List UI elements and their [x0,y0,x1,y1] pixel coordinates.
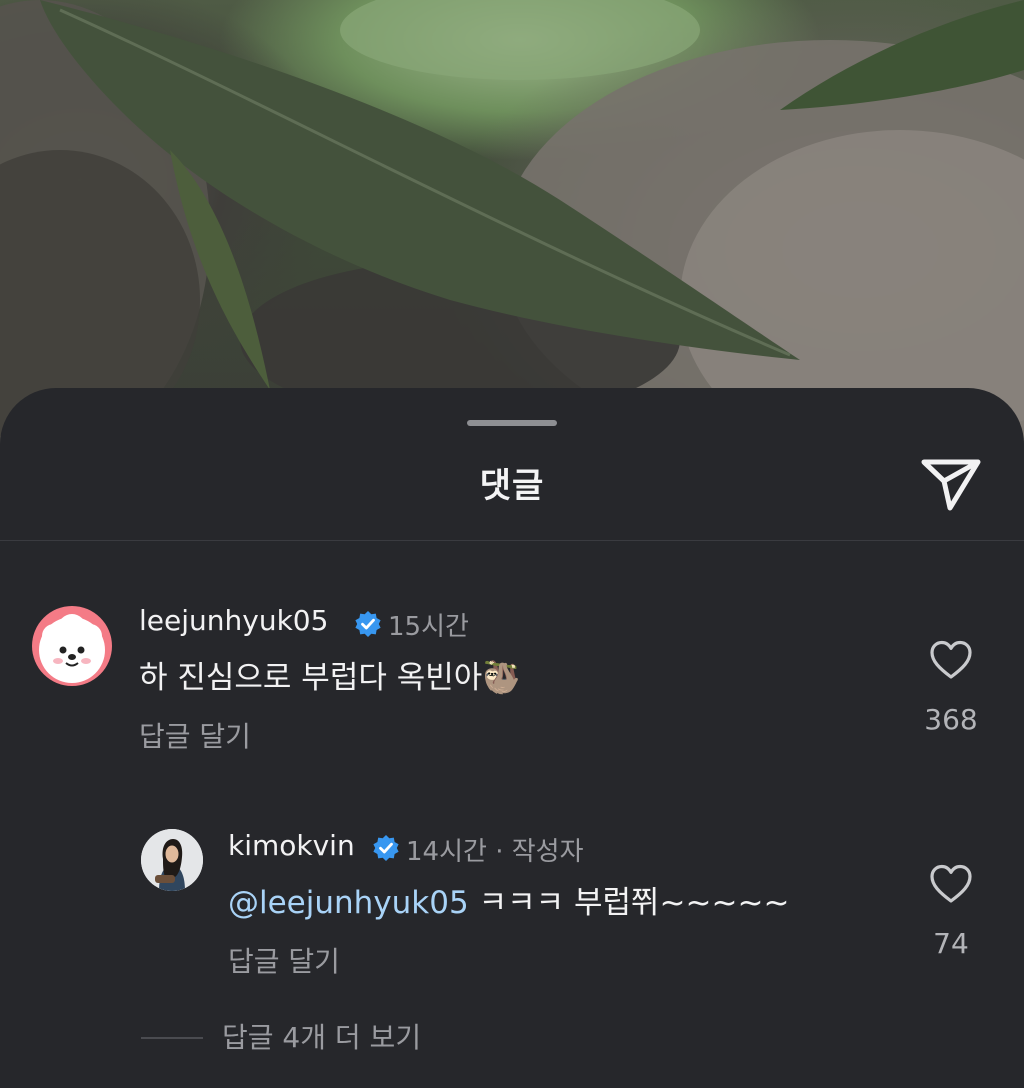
sheet-drag-handle[interactable] [467,420,557,426]
user-photo-avatar[interactable] [141,829,203,891]
paper-plane-icon[interactable] [920,456,982,512]
comment-body: 하 진심으로 부럽다 옥빈아 [139,660,483,696]
like-count: 74 [933,927,969,960]
reply-button[interactable]: 답글 달기 [139,715,251,755]
sheet-title: 댓글 [479,466,545,506]
reply-body: ㅋㅋㅋ 부럽쮜~~~~~ [478,885,790,921]
reply-text: @leejunhyuk05 ㅋㅋㅋ 부럽쮜~~~~~ [228,877,789,922]
header-divider [0,540,1024,541]
reply-meta: 14시간 · 작성자 [406,831,584,868]
meta-separator: · [495,837,504,867]
puppy-cartoon-avatar[interactable] [32,606,112,686]
verified-badge-icon [372,834,400,866]
like-count: 368 [924,703,978,736]
reply-username[interactable]: kimokvin [228,829,355,862]
sloth-emoji: 🦥 [482,660,521,696]
comment-text: 하 진심으로 부럽다 옥빈아🦥 [139,652,521,697]
more-replies-line [141,1037,203,1039]
verified-badge-icon [354,610,382,642]
comment-time: 15시간 [388,612,469,642]
reply-button[interactable]: 답글 달기 [228,940,340,980]
heart-icon[interactable] [929,864,973,904]
mention-link[interactable]: @leejunhyuk05 [228,885,469,921]
author-badge: 작성자 [511,837,584,867]
view-more-replies-button[interactable]: 답글 4개 더 보기 [222,1016,421,1056]
reply-time: 14시간 [406,837,487,867]
heart-icon[interactable] [929,640,973,680]
comment-username[interactable]: leejunhyuk05 [139,604,328,637]
